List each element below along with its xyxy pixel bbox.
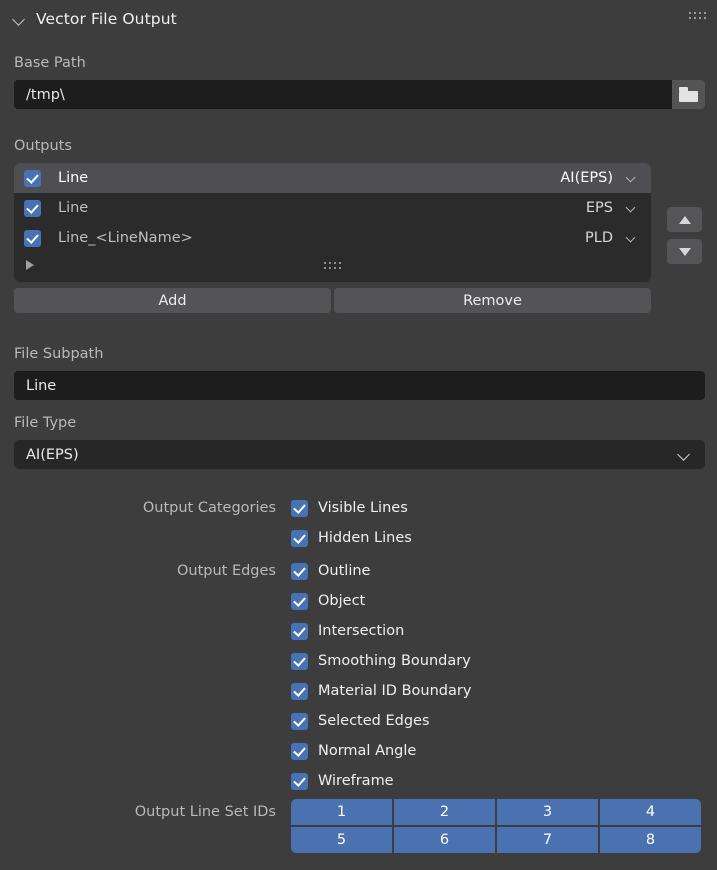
output-enabled-checkbox[interactable]: [24, 230, 41, 247]
checkbox-row-hidden-lines: Hidden Lines: [131, 523, 412, 553]
checkbox-row-object: Object: [131, 586, 471, 616]
wireframe-checkbox[interactable]: [291, 773, 308, 790]
outline-checkbox[interactable]: [291, 563, 308, 580]
vector-file-output-panel: Vector File Output Base Path /tmp\ Outpu…: [0, 0, 717, 870]
grip-dots-icon[interactable]: [689, 12, 705, 22]
move-down-button[interactable]: [667, 239, 702, 264]
output-name: Line: [58, 200, 586, 216]
object-label: Object: [318, 593, 365, 609]
output-name: Line_<LineName>: [58, 230, 585, 246]
checkbox-row-intersection: Intersection: [131, 616, 471, 646]
outputs-list: Line AI(EPS) Line EPS Line_<LineName> PL…: [14, 163, 651, 282]
checkbox-row-normal-angle: Normal Angle: [131, 736, 471, 766]
checkbox-row-wireframe: Wireframe: [131, 766, 471, 796]
move-up-button[interactable]: [667, 207, 702, 232]
line-set-ids-section: Output Line Set IDs 1 2 3 4 5 6 7 8: [131, 799, 701, 853]
folder-icon: [679, 87, 698, 102]
line-set-id-button-8[interactable]: 8: [600, 827, 701, 853]
intersection-label: Intersection: [318, 623, 404, 639]
base-path-input[interactable]: /tmp\: [14, 80, 672, 109]
chevron-down-icon[interactable]: [13, 12, 27, 26]
line-set-id-button-5[interactable]: 5: [291, 827, 392, 853]
checkbox-row-smoothing-boundary: Smoothing Boundary: [131, 646, 471, 676]
wireframe-label: Wireframe: [318, 773, 394, 789]
triangle-right-icon[interactable]: [26, 260, 34, 270]
output-name: Line: [58, 170, 560, 186]
line-set-id-button-4[interactable]: 4: [600, 799, 701, 825]
chevron-down-icon: [626, 173, 637, 184]
checkbox-row-outline: Output Edges Outline: [131, 556, 471, 586]
output-edges-group: Output Edges Outline Object Intersection…: [131, 556, 471, 796]
base-path-row: /tmp\: [14, 80, 705, 109]
smoothing-boundary-checkbox[interactable]: [291, 653, 308, 670]
selected-edges-label: Selected Edges: [318, 713, 430, 729]
output-format-value: EPS: [586, 200, 613, 216]
normal-angle-label: Normal Angle: [318, 743, 416, 759]
add-button[interactable]: Add: [14, 288, 331, 313]
triangle-up-icon: [679, 216, 691, 224]
chevron-down-icon: [678, 448, 691, 461]
output-format-dropdown[interactable]: EPS: [586, 200, 645, 216]
base-path-label: Base Path: [14, 55, 86, 71]
output-enabled-checkbox[interactable]: [24, 170, 41, 187]
hidden-lines-checkbox[interactable]: [291, 530, 308, 547]
line-set-id-button-6[interactable]: 6: [394, 827, 495, 853]
file-subpath-label: File Subpath: [14, 346, 103, 362]
remove-button[interactable]: Remove: [334, 288, 651, 313]
list-item[interactable]: Line AI(EPS): [14, 163, 651, 193]
outputs-list-footer: [14, 253, 651, 279]
line-set-id-button-7[interactable]: 7: [497, 827, 598, 853]
file-type-value: AI(EPS): [26, 447, 678, 463]
file-type-label: File Type: [14, 415, 76, 431]
line-set-id-button-2[interactable]: 2: [394, 799, 495, 825]
file-subpath-input[interactable]: Line: [14, 371, 705, 400]
output-format-value: AI(EPS): [560, 170, 613, 186]
output-format-value: PLD: [585, 230, 613, 246]
material-id-boundary-checkbox[interactable]: [291, 683, 308, 700]
selected-edges-checkbox[interactable]: [291, 713, 308, 730]
output-categories-group: Output Categories Visible Lines Hidden L…: [131, 493, 412, 553]
output-edges-label: Output Edges: [131, 563, 291, 579]
chevron-down-icon: [626, 233, 637, 244]
line-set-id-button-1[interactable]: 1: [291, 799, 392, 825]
object-checkbox[interactable]: [291, 593, 308, 610]
checkbox-row-selected-edges: Selected Edges: [131, 706, 471, 736]
checkbox-row-material-id-boundary: Material ID Boundary: [131, 676, 471, 706]
panel-header[interactable]: Vector File Output: [0, 0, 717, 38]
checkbox-row-visible-lines: Output Categories Visible Lines: [131, 493, 412, 523]
output-format-dropdown[interactable]: AI(EPS): [560, 170, 645, 186]
output-enabled-checkbox[interactable]: [24, 200, 41, 217]
smoothing-boundary-label: Smoothing Boundary: [318, 653, 471, 669]
hidden-lines-label: Hidden Lines: [318, 530, 412, 546]
list-item[interactable]: Line EPS: [14, 193, 651, 223]
outline-label: Outline: [318, 563, 370, 579]
triangle-down-icon: [679, 248, 691, 256]
grip-dots-icon[interactable]: [324, 262, 342, 270]
line-set-ids-label: Output Line Set IDs: [131, 799, 291, 825]
list-item[interactable]: Line_<LineName> PLD: [14, 223, 651, 253]
line-set-id-button-3[interactable]: 3: [497, 799, 598, 825]
output-format-dropdown[interactable]: PLD: [585, 230, 645, 246]
reorder-buttons: [667, 207, 702, 264]
visible-lines-checkbox[interactable]: [291, 500, 308, 517]
page-title: Vector File Output: [36, 10, 177, 28]
browse-folder-button[interactable]: [672, 80, 705, 109]
material-id-boundary-label: Material ID Boundary: [318, 683, 471, 699]
chevron-down-icon: [626, 203, 637, 214]
visible-lines-label: Visible Lines: [318, 500, 408, 516]
output-categories-label: Output Categories: [131, 500, 291, 516]
outputs-label: Outputs: [14, 138, 72, 154]
add-remove-buttons: Add Remove: [14, 288, 651, 313]
file-type-select[interactable]: AI(EPS): [14, 440, 705, 469]
intersection-checkbox[interactable]: [291, 623, 308, 640]
normal-angle-checkbox[interactable]: [291, 743, 308, 760]
line-set-ids-grid: 1 2 3 4 5 6 7 8: [291, 799, 701, 853]
